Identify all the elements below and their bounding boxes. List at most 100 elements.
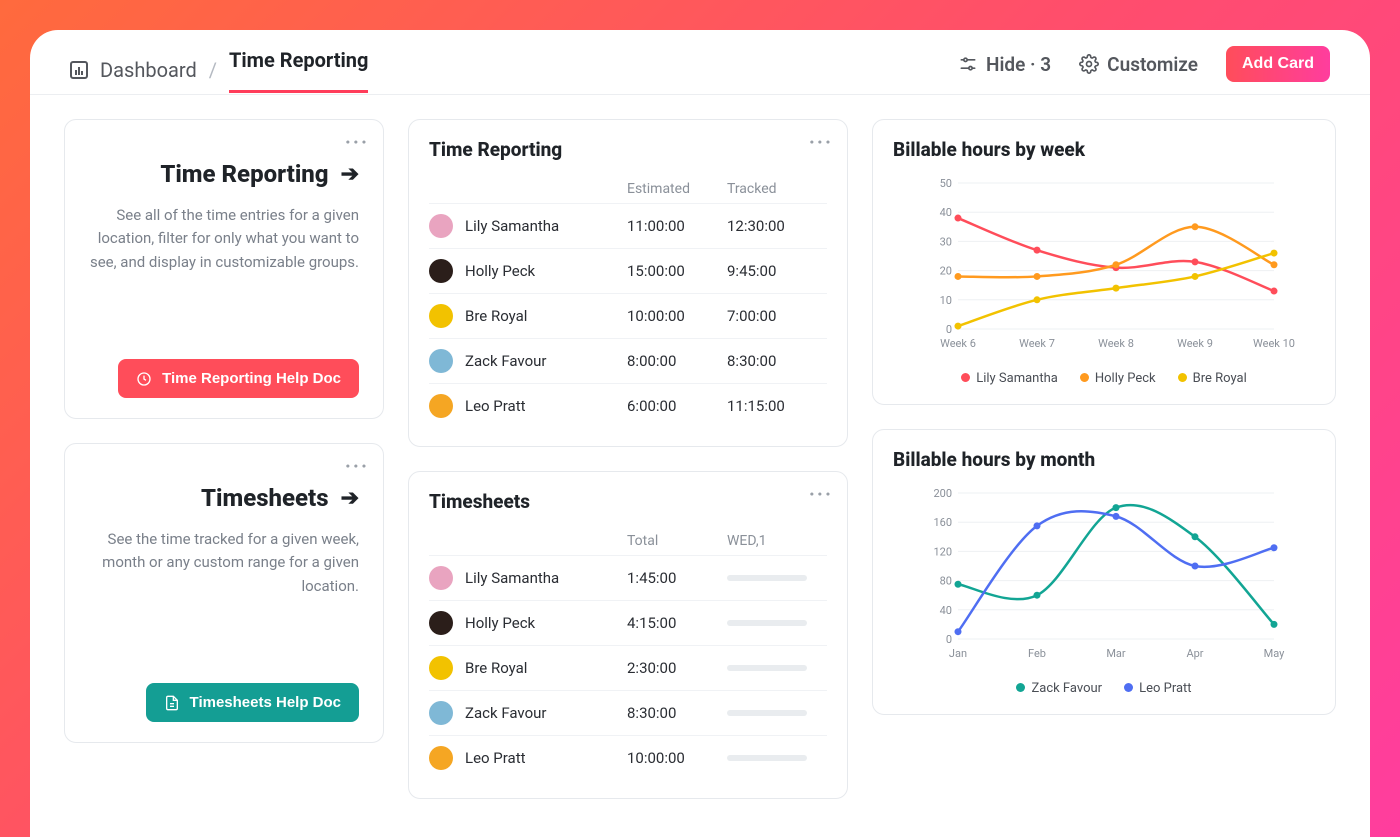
table-row[interactable]: Lily Samantha 11:00:00 12:30:00 (429, 203, 827, 248)
svg-text:200: 200 (933, 487, 952, 500)
table-row[interactable]: Zack Favour 8:00:00 8:30:00 (429, 338, 827, 383)
cell-estimated: 10:00:00 (627, 307, 727, 325)
svg-text:Jan: Jan (949, 647, 967, 660)
topbar-actions: Hide · 3 Customize Add Card (958, 46, 1330, 94)
svg-text:10: 10 (940, 294, 952, 307)
info-title-text: Time Reporting (160, 160, 328, 188)
chart-title: Billable hours by week (893, 138, 1315, 161)
svg-text:0: 0 (946, 323, 952, 336)
avatar (429, 214, 453, 238)
person-name: Lily Samantha (465, 569, 559, 587)
table-row[interactable]: Holly Peck 4:15:00 (429, 600, 827, 645)
avatar (429, 746, 453, 770)
table-row[interactable]: Bre Royal 2:30:00 (429, 645, 827, 690)
svg-text:Mar: Mar (1106, 647, 1126, 660)
person-name: Holly Peck (465, 262, 535, 280)
cell-bar (727, 575, 827, 581)
svg-text:40: 40 (940, 604, 952, 617)
info-desc: See the time tracked for a given week, m… (89, 528, 359, 598)
cell-bar (727, 665, 827, 671)
chart-legend: Lily SamanthaHolly PeckBre Royal (893, 371, 1315, 386)
avatar (429, 611, 453, 635)
legend-item: Zack Favour (1016, 681, 1102, 696)
hide-label: Hide · 3 (986, 53, 1051, 76)
svg-text:Week 10: Week 10 (1253, 337, 1295, 350)
time-reporting-card: ··· Time Reporting Estimated Tracked Lil… (408, 119, 848, 447)
line-chart-week: 01020304050Week 6Week 7Week 8Week 9Week … (893, 173, 1315, 353)
avatar (429, 304, 453, 328)
card-more-button[interactable]: ··· (809, 130, 833, 154)
cell-tracked: 8:30:00 (727, 352, 827, 370)
cell-total: 1:45:00 (627, 569, 727, 587)
cell-total: 8:30:00 (627, 704, 727, 722)
person-name: Lily Samantha (465, 217, 559, 235)
avatar (429, 701, 453, 725)
legend-item: Lily Samantha (961, 371, 1058, 386)
avatar (429, 349, 453, 373)
svg-text:Week 6: Week 6 (940, 337, 976, 350)
table-row[interactable]: Leo Pratt 6:00:00 11:15:00 (429, 383, 827, 428)
card-more-button[interactable]: ··· (345, 454, 369, 478)
cell-estimated: 11:00:00 (627, 217, 727, 235)
customize-button[interactable]: Customize (1079, 53, 1198, 76)
chart-card-week: Billable hours by week 01020304050Week 6… (872, 119, 1336, 405)
avatar (429, 259, 453, 283)
svg-text:Apr: Apr (1186, 647, 1203, 660)
timesheets-card: ··· Timesheets Total WED,1 Lily Samantha… (408, 471, 848, 799)
card-more-button[interactable]: ··· (809, 482, 833, 506)
svg-text:Feb: Feb (1028, 647, 1046, 660)
card-more-button[interactable]: ··· (345, 130, 369, 154)
chart-card-month: Billable hours by month 04080120160200Ja… (872, 429, 1336, 715)
col-estimated: Estimated (627, 181, 727, 197)
cell-estimated: 8:00:00 (627, 352, 727, 370)
arrow-right-icon[interactable]: ➔ (341, 486, 359, 511)
table-row[interactable]: Zack Favour 8:30:00 (429, 690, 827, 735)
svg-text:120: 120 (933, 545, 952, 558)
info-title: Timesheets ➔ (89, 484, 359, 512)
svg-text:Week 9: Week 9 (1177, 337, 1213, 350)
help-doc-button-time-reporting[interactable]: Time Reporting Help Doc (118, 359, 359, 398)
cell-total: 10:00:00 (627, 749, 727, 767)
legend-item: Leo Pratt (1124, 681, 1191, 696)
table-row[interactable]: Bre Royal 10:00:00 7:00:00 (429, 293, 827, 338)
person-name: Holly Peck (465, 614, 535, 632)
arrow-right-icon[interactable]: ➔ (341, 162, 359, 187)
table-row[interactable]: Lily Samantha 1:45:00 (429, 555, 827, 600)
table-header: Estimated Tracked (429, 175, 827, 203)
add-card-button[interactable]: Add Card (1226, 46, 1330, 82)
info-card-time-reporting: ··· Time Reporting ➔ See all of the time… (64, 119, 384, 419)
svg-text:May: May (1264, 647, 1286, 660)
breadcrumb-separator: / (209, 58, 217, 82)
svg-text:Week 7: Week 7 (1019, 337, 1055, 350)
cell-tracked: 9:45:00 (727, 262, 827, 280)
help-doc-button-timesheets[interactable]: Timesheets Help Doc (146, 683, 359, 722)
col-day: WED,1 (727, 533, 827, 549)
breadcrumb: Dashboard / Time Reporting (70, 48, 368, 93)
hide-button[interactable]: Hide · 3 (958, 53, 1051, 76)
help-doc-label: Time Reporting Help Doc (162, 370, 341, 387)
sliders-icon (958, 54, 978, 74)
svg-text:Week 8: Week 8 (1098, 337, 1134, 350)
card-title: Time Reporting (429, 138, 827, 161)
person-name: Bre Royal (465, 307, 527, 325)
card-title: Timesheets (429, 490, 827, 513)
table-row[interactable]: Leo Pratt 10:00:00 (429, 735, 827, 780)
help-doc-label: Timesheets Help Doc (190, 694, 341, 711)
customize-label: Customize (1107, 53, 1198, 76)
person-name: Zack Favour (465, 352, 546, 370)
breadcrumb-root[interactable]: Dashboard (100, 58, 197, 82)
person-name: Leo Pratt (465, 749, 526, 767)
svg-text:50: 50 (940, 177, 952, 190)
table-row[interactable]: Holly Peck 15:00:00 9:45:00 (429, 248, 827, 293)
app-window: Dashboard / Time Reporting Hide · 3 Cust… (30, 30, 1370, 837)
cell-estimated: 6:00:00 (627, 397, 727, 415)
topbar: Dashboard / Time Reporting Hide · 3 Cust… (30, 30, 1370, 95)
avatar (429, 566, 453, 590)
cell-total: 2:30:00 (627, 659, 727, 677)
gear-icon (1079, 54, 1099, 74)
cell-bar (727, 755, 827, 761)
col-total: Total (627, 533, 727, 549)
cell-tracked: 12:30:00 (727, 217, 827, 235)
svg-text:0: 0 (946, 633, 952, 646)
svg-text:20: 20 (940, 265, 952, 278)
